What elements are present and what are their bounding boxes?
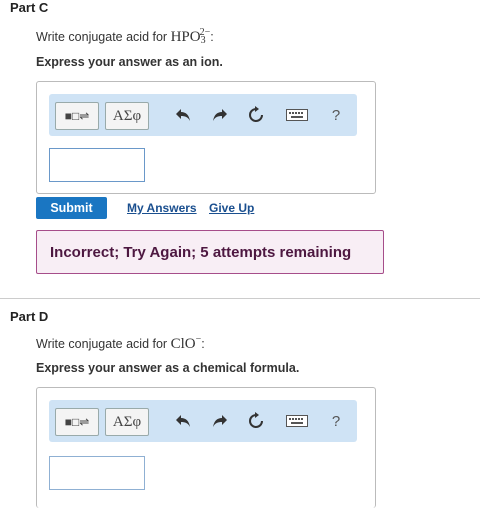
part-d-formula-base: ClO	[170, 336, 196, 352]
part-c-formula: HPO32−	[170, 27, 211, 46]
keyboard-icon	[286, 109, 308, 121]
greek-symbols-button[interactable]: ΑΣφ	[105, 408, 149, 436]
part-d-title: Part D	[10, 309, 49, 324]
redo-icon	[213, 109, 227, 121]
reset-icon	[249, 412, 263, 428]
redo-button[interactable]	[209, 410, 231, 432]
section-divider	[0, 298, 480, 299]
template-button[interactable]: ■□⇌	[55, 408, 99, 436]
template-icon: ■□⇌	[64, 415, 90, 429]
part-d-toolbar: ■□⇌ ΑΣφ ?	[49, 400, 357, 442]
undo-button[interactable]	[172, 410, 194, 432]
help-button[interactable]: ?	[325, 104, 347, 126]
undo-icon	[176, 415, 190, 427]
part-c-prompt-text: Write conjugate acid for	[36, 30, 168, 44]
part-d-answer-box: ■□⇌ ΑΣφ ?	[36, 387, 376, 508]
greek-symbols-label: ΑΣφ	[112, 413, 142, 430]
part-c-answer-input[interactable]	[49, 148, 145, 182]
reset-button[interactable]	[245, 410, 267, 432]
keyboard-button[interactable]	[283, 104, 311, 126]
part-c-toolbar: ■□⇌ ΑΣφ ?	[49, 94, 357, 136]
part-c-formula-base: HPO	[170, 29, 201, 45]
part-d-prompt: Write conjugate acid for ClO−:	[36, 334, 205, 353]
greek-symbols-label: ΑΣφ	[112, 107, 142, 124]
part-c-colon: :	[210, 30, 214, 44]
part-c-prompt: Write conjugate acid for HPO32−:	[36, 27, 214, 46]
keyboard-icon	[286, 415, 308, 427]
undo-button[interactable]	[172, 104, 194, 126]
part-d-instruction: Express your answer as a chemical formul…	[36, 361, 300, 375]
greek-symbols-button[interactable]: ΑΣφ	[105, 102, 149, 130]
reset-button[interactable]	[245, 104, 267, 126]
redo-icon	[213, 415, 227, 427]
template-icon: ■□⇌	[64, 109, 90, 123]
part-c-answer-box: ■□⇌ ΑΣφ ?	[36, 81, 376, 194]
part-d-prompt-text: Write conjugate acid for	[36, 337, 168, 351]
part-d-formula: ClO−	[170, 334, 202, 352]
help-icon: ?	[331, 106, 341, 124]
part-c-formula-charge: 2−	[199, 27, 211, 38]
my-answers-link[interactable]: My Answers	[127, 201, 197, 215]
part-c-instruction: Express your answer as an ion.	[36, 55, 223, 69]
part-c-title: Part C	[10, 0, 49, 15]
undo-icon	[176, 109, 190, 121]
help-icon: ?	[331, 412, 341, 430]
part-d-answer-input[interactable]	[49, 456, 145, 490]
give-up-link[interactable]: Give Up	[209, 201, 254, 215]
help-button[interactable]: ?	[325, 410, 347, 432]
redo-button[interactable]	[209, 104, 231, 126]
reset-icon	[249, 106, 263, 122]
keyboard-button[interactable]	[283, 410, 311, 432]
template-button[interactable]: ■□⇌	[55, 102, 99, 130]
submit-button[interactable]: Submit	[36, 197, 107, 219]
feedback-message: Incorrect; Try Again; 5 attempts remaini…	[36, 230, 384, 274]
part-d-colon: :	[201, 337, 205, 351]
